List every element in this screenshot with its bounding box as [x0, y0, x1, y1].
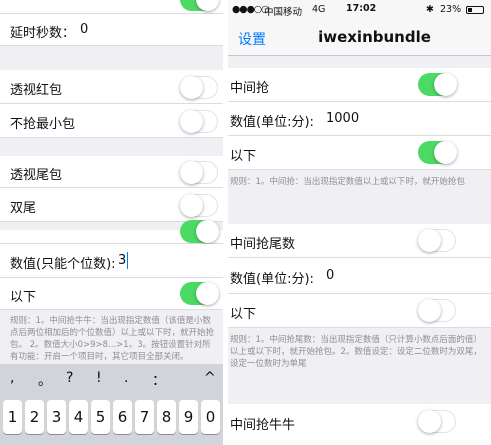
value2-label: 数值(单位:分): [230, 272, 314, 287]
rules-note-2: 规则：1。中间抢尾数：当出现指定数值（只计算小数点后面的值）以上或以下时，就开始… [230, 335, 482, 369]
settings-row-skip-smallest: 不抢最小包 [0, 104, 223, 138]
punct-key[interactable]: ? [66, 370, 73, 386]
settings-row-value: 数值(单位:分): 1000 [228, 102, 491, 136]
punct-key[interactable]: , [10, 370, 14, 386]
value2-input[interactable]: 0 [326, 268, 334, 283]
page-title: iwexinbundle [318, 28, 431, 46]
settings-row-double-tail: 双尾 [0, 188, 223, 222]
settings-row-middle-tail: 中间抢尾数 [228, 224, 491, 258]
punct-key[interactable]: 。 [38, 370, 52, 390]
perspective-tail-label: 透视尾包 [10, 168, 63, 183]
toggle-skip-smallest[interactable] [180, 110, 218, 133]
settings-row-middle-niuniu: 中间抢牛牛 [228, 404, 491, 445]
settings-row-perspective-red: 透视红包 [0, 70, 223, 104]
below-label: 以下 [230, 149, 257, 164]
settings-row-delay: 延时秒数： 0 [0, 14, 223, 46]
signal-icon: ●●●○○ [232, 4, 269, 15]
settings-row-value: 数值(只能个位数): 3 [0, 244, 223, 278]
battery-percent: 23% [440, 4, 462, 15]
key-6[interactable]: 6 [113, 400, 132, 434]
value-input[interactable]: 3 [118, 253, 126, 268]
key-3[interactable]: 3 [47, 400, 66, 434]
punct-key[interactable]: ^ [204, 370, 216, 386]
key-2[interactable]: 2 [25, 400, 44, 434]
key-7[interactable]: 7 [135, 400, 154, 434]
key-9[interactable]: 9 [179, 400, 198, 434]
settings-row-partial [0, 0, 223, 14]
delay-value-input[interactable]: 0 [80, 22, 88, 37]
toggle-middle-tail[interactable] [418, 229, 456, 252]
value-label: 数值(只能个位数): [10, 257, 116, 272]
toggle-partial-top[interactable] [180, 0, 219, 11]
rules-note: 规则：1。中间抢：当出现指定数值以上或以下时，就开始抢包 [230, 177, 465, 187]
skip-smallest-label: 不抢最小包 [10, 117, 76, 132]
network: 4G [312, 4, 326, 15]
carrier: 中国移动 [264, 7, 303, 18]
middle-niuniu-label: 中间抢牛牛 [230, 418, 296, 433]
punctuation-bar: , 。 ? ! . ： ^ [0, 370, 223, 394]
toggle-partial-mid[interactable] [180, 220, 219, 243]
navigation-bar: 设置 iwexinbundle [228, 20, 491, 56]
settings-row-below: 以下 [0, 278, 223, 310]
key-0[interactable]: 0 [201, 400, 220, 434]
text-cursor [127, 252, 128, 269]
bluetooth-icon: ✱ [426, 4, 434, 15]
clock: 17:02 [346, 3, 377, 14]
toggle-below[interactable] [418, 141, 457, 164]
keyboard: , 。 ? ! . ： ^ 1 2 3 4 5 6 7 8 9 0 [0, 364, 223, 445]
key-5[interactable]: 5 [91, 400, 110, 434]
settings-row-below: 以下 [228, 136, 491, 170]
middle-tail-label: 中间抢尾数 [230, 237, 296, 252]
right-settings-panel: ●●●○○ 中国移动 4G 17:02 ✱ 23% 设置 iwexinbundl… [228, 0, 491, 445]
settings-row-middle-grab: 中间抢 [228, 68, 491, 102]
settings-row-below2: 以下 [228, 294, 491, 328]
key-1[interactable]: 1 [3, 400, 22, 434]
middle-grab-label: 中间抢 [230, 81, 270, 96]
double-tail-label: 双尾 [10, 201, 37, 216]
toggle-middle-niuniu[interactable] [418, 410, 456, 433]
key-8[interactable]: 8 [157, 400, 176, 434]
settings-row-value2: 数值(单位:分): 0 [228, 258, 491, 294]
value-label: 数值(单位:分): [230, 115, 314, 130]
settings-row-perspective-tail: 透视尾包 [0, 156, 223, 188]
battery-icon [466, 6, 484, 14]
key-4[interactable]: 4 [69, 400, 88, 434]
punct-key[interactable]: ! [96, 370, 102, 386]
toggle-perspective-red[interactable] [180, 76, 218, 99]
settings-row-partial-mid [0, 220, 223, 244]
toggle-below[interactable] [180, 282, 219, 305]
punct-key[interactable]: ： [152, 370, 166, 390]
below-label: 以下 [10, 290, 37, 305]
below2-label: 以下 [230, 307, 257, 322]
punct-key[interactable]: . [124, 370, 128, 386]
toggle-below2[interactable] [418, 299, 456, 322]
perspective-red-label: 透视红包 [10, 83, 63, 98]
delay-label: 延时秒数： [10, 26, 76, 41]
status-bar: ●●●○○ 中国移动 4G 17:02 ✱ 23% [228, 0, 491, 20]
rules-note: 规则：1。中间抢牛牛：当出现指定数值（该值是小数点后两位相加后的个位数值）以上或… [10, 316, 215, 362]
toggle-double-tail[interactable] [180, 194, 218, 217]
left-settings-panel: 延时秒数： 0 透视红包 不抢最小包 透视尾包 双尾 数值(只能个位数): 3 … [0, 0, 223, 445]
digit-row: 1 2 3 4 5 6 7 8 9 0 [0, 400, 223, 440]
toggle-perspective-tail[interactable] [180, 161, 218, 184]
value-input[interactable]: 1000 [326, 111, 359, 126]
toggle-middle-grab[interactable] [418, 73, 457, 96]
